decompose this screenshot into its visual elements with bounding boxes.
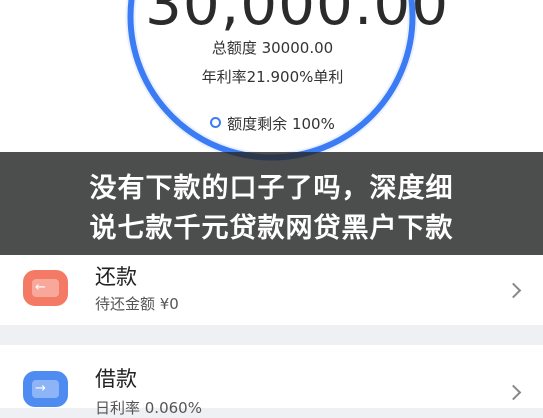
remaining-quota: 额度剩余 100% bbox=[145, 113, 400, 134]
repay-title: 还款 bbox=[95, 265, 137, 289]
quota-card: 30,000.00 总额度 30000.00 年利率21.900%单利 额度剩余… bbox=[0, 0, 543, 163]
chevron-right-icon bbox=[505, 282, 522, 299]
repay-row[interactable]: ← 还款 待还金额 ¥0 bbox=[0, 255, 543, 325]
total-quota-text: 总额度 30000.00 bbox=[211, 39, 334, 57]
banner-line-2: 说七款千元贷款网贷黑户下款 bbox=[89, 213, 454, 244]
annual-rate-text: 年利率21.900%单利 bbox=[201, 68, 344, 86]
quota-amount: 30,000.00 bbox=[145, 0, 450, 38]
borrow-title: 借款 bbox=[95, 367, 137, 391]
repay-amount-text: 待还金额 ¥0 bbox=[95, 295, 179, 313]
status-dot-icon bbox=[210, 117, 222, 128]
borrow-wallet-icon: → bbox=[23, 371, 68, 407]
repay-wallet-icon: ← bbox=[23, 270, 68, 306]
chevron-right-icon bbox=[505, 384, 522, 401]
banner-line-1: 没有下款的口子了吗，深度细 bbox=[89, 173, 454, 204]
remaining-quota-text: 额度剩余 100% bbox=[227, 115, 335, 133]
headline-banner: 没有下款的口子了吗，深度细 说七款千元贷款网贷黑户下款 bbox=[0, 152, 543, 255]
borrow-row[interactable]: → 借款 日利率 0.060% bbox=[0, 345, 543, 417]
